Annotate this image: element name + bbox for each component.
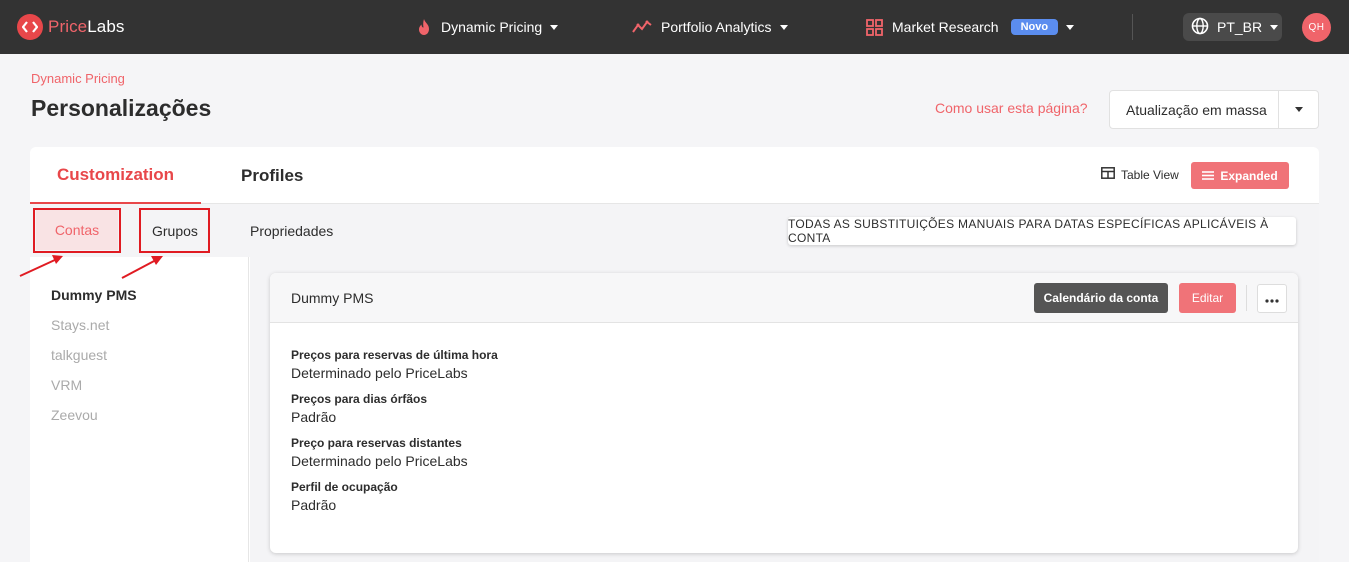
- annotation-arrows: [19, 255, 163, 279]
